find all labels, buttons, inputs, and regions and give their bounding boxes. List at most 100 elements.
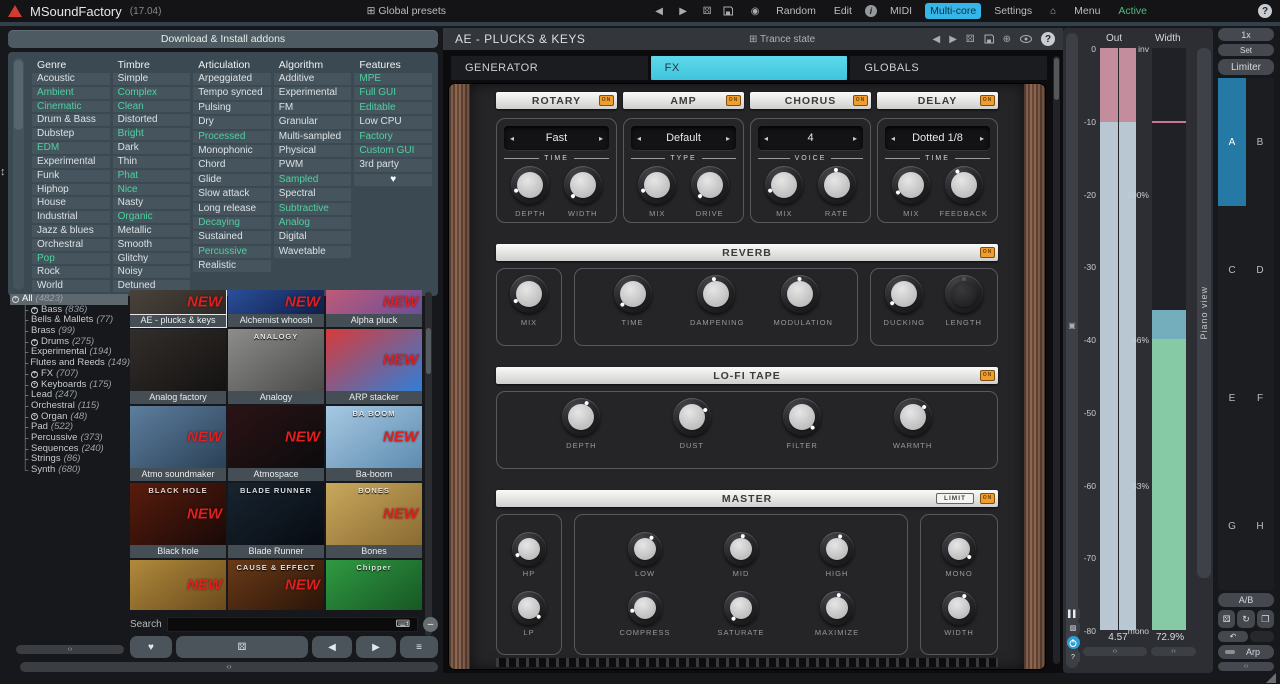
tag-item[interactable]: Sampled — [274, 174, 352, 186]
limit-button[interactable]: LIMIT — [936, 493, 974, 504]
knob-modulation[interactable]: MODULATION — [774, 275, 826, 327]
knob-depth[interactable]: DEPTH — [555, 398, 607, 468]
resize-handle[interactable] — [1266, 673, 1276, 683]
download-addons-button[interactable]: Download & Install addons — [8, 30, 438, 48]
tag-item[interactable]: Nice — [113, 184, 191, 196]
knob-warmth[interactable]: WARMTH — [887, 398, 939, 468]
tag-item[interactable]: Smooth — [113, 239, 191, 251]
globe-icon[interactable]: ◉ — [747, 6, 763, 17]
preset-item[interactable]: BONESNEWBones — [326, 483, 422, 558]
knob-compress[interactable]: COMPRESS — [619, 591, 671, 637]
tag-item[interactable]: Pulsing — [193, 102, 271, 114]
knob-mix[interactable]: MIX — [631, 166, 683, 218]
tag-item[interactable]: MPE — [354, 73, 432, 85]
menu-button[interactable]: Menu — [1069, 3, 1105, 19]
next-preset-button[interactable]: ▶ — [356, 636, 396, 658]
tag-item[interactable]: Chord — [193, 159, 271, 171]
tag-item[interactable]: Experimental — [32, 156, 110, 168]
selector-prev-icon[interactable]: ◂ — [885, 134, 901, 143]
tag-item[interactable]: Digital — [274, 231, 352, 243]
tab-fx[interactable]: FX — [651, 56, 848, 80]
tree-item[interactable]: ├Orchestral(115) — [10, 401, 130, 412]
rail-hscrollbar[interactable]: ‹› — [1218, 662, 1274, 671]
arp-button[interactable]: Arp — [1218, 645, 1274, 659]
tag-item[interactable]: Wavetable — [274, 246, 352, 258]
selector-next-icon[interactable]: ▸ — [593, 134, 609, 143]
knob-depth[interactable]: DEPTH — [504, 166, 556, 218]
knob-hp[interactable]: HP — [503, 532, 555, 578]
tag-item[interactable]: Granular — [274, 116, 352, 128]
tag-item[interactable]: Distorted — [113, 114, 191, 126]
active-toggle[interactable]: Active — [1113, 3, 1152, 19]
undo-button[interactable]: ↶ — [1218, 631, 1248, 642]
preset-item[interactable]: NEWARP stacker — [326, 329, 422, 404]
tag-item[interactable]: Dark — [113, 142, 191, 154]
preset-item[interactable]: NEWAtmospace — [228, 406, 324, 481]
midi-button[interactable]: MIDI — [885, 3, 917, 19]
copy-icon[interactable]: ❐ — [1257, 610, 1274, 628]
tag-item[interactable]: Noisy — [113, 266, 191, 278]
prev-preset-button[interactable]: ◀ — [312, 636, 352, 658]
knob-feedback[interactable]: FEEDBACK — [938, 166, 990, 218]
on-led-button[interactable]: ON — [980, 493, 995, 504]
tag-item[interactable]: Factory — [354, 131, 432, 143]
tag-item[interactable]: Rock — [32, 266, 110, 278]
zoom-1x-button[interactable]: 1x — [1218, 28, 1274, 41]
tag-item[interactable]: Nasty — [113, 197, 191, 209]
tag-item[interactable]: Multi-sampled — [274, 131, 352, 143]
grid-vscrollbar[interactable] — [425, 292, 432, 636]
bank-cell-b[interactable]: B — [1246, 78, 1274, 206]
selector-prev-icon[interactable]: ◂ — [631, 134, 647, 143]
bank-cell-f[interactable]: F — [1246, 334, 1274, 462]
on-led-button[interactable]: ON — [599, 95, 614, 106]
knob-mono[interactable]: MONO — [933, 532, 985, 578]
tag-item[interactable]: Slow attack — [193, 188, 271, 200]
preset-item[interactable]: NEWAtmo soundmaker — [130, 406, 226, 481]
bank-cell-g[interactable]: G — [1218, 462, 1246, 590]
tag-item[interactable]: Clean — [113, 101, 191, 113]
preset-item[interactable]: Chipper — [326, 560, 422, 610]
tag-item[interactable]: Physical — [274, 145, 352, 157]
collapse-meter-icon[interactable]: ▣ — [1067, 321, 1077, 330]
tag-item[interactable]: Long release — [193, 203, 271, 215]
tag-item[interactable]: Monophonic — [193, 145, 271, 157]
settings-button[interactable]: Settings — [989, 3, 1037, 19]
randomize-icon[interactable]: ⚄ — [1218, 610, 1235, 628]
tag-item[interactable]: 3rd party — [354, 159, 432, 171]
tag-item[interactable]: EDM — [32, 142, 110, 154]
knob-mix[interactable]: MIX — [758, 166, 810, 218]
tag-item[interactable]: Low CPU — [354, 116, 432, 128]
tag-item[interactable]: Funk — [32, 170, 110, 182]
knob-low[interactable]: LOW — [619, 532, 671, 578]
knob-length[interactable]: LENGTH — [938, 275, 990, 327]
tag-item[interactable]: House — [32, 197, 110, 209]
tag-item[interactable]: Drum & Bass — [32, 114, 110, 126]
preset-item[interactable]: BLACK HOLENEWBlack hole — [130, 483, 226, 558]
tag-item[interactable]: Hiphop — [32, 184, 110, 196]
bank-cell-h[interactable]: H — [1246, 462, 1274, 590]
tag-item[interactable]: Percussive — [193, 246, 271, 258]
expander-icon[interactable]: + — [12, 296, 19, 303]
expander-icon[interactable]: + — [31, 339, 38, 346]
tag-item[interactable]: Experimental — [274, 87, 352, 99]
keyboard-icon[interactable]: ⌨ — [396, 619, 410, 630]
tag-item[interactable]: Subtractive — [274, 203, 352, 215]
on-led-button[interactable]: ON — [853, 95, 868, 106]
width-meter[interactable] — [1152, 48, 1186, 630]
eye-icon[interactable] — [1020, 35, 1032, 43]
tag-item[interactable]: FM — [274, 102, 352, 114]
expander-icon[interactable]: + — [31, 371, 38, 378]
preset-item[interactable]: BLADE RUNNERBlade Runner — [228, 483, 324, 558]
tag-item[interactable]: Full GUI — [354, 87, 432, 99]
tag-item[interactable]: Simple — [113, 73, 191, 85]
tag-item[interactable]: PWM — [274, 159, 352, 171]
knob-ducking[interactable]: DUCKING — [878, 275, 930, 327]
info-icon[interactable]: i — [865, 5, 877, 17]
search-input[interactable] — [167, 617, 418, 632]
edit-button[interactable]: Edit — [829, 3, 857, 19]
help-icon[interactable]: ? — [1067, 651, 1080, 663]
bank-cell-d[interactable]: D — [1246, 206, 1274, 334]
knob-saturate[interactable]: SATURATE — [715, 591, 767, 637]
selector-prev-icon[interactable]: ◂ — [504, 134, 520, 143]
tag-item[interactable]: Custom GUI — [354, 145, 432, 157]
